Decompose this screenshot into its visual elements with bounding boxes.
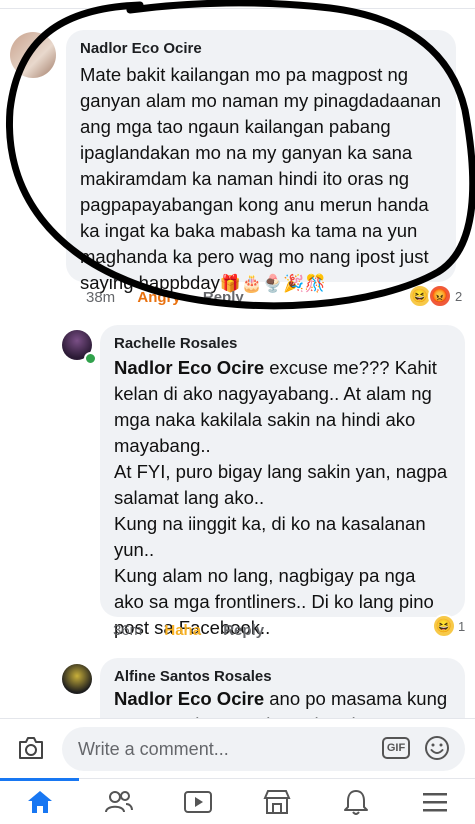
friends-icon [104, 790, 133, 812]
menu-icon [423, 792, 448, 811]
watch-icon [183, 790, 212, 813]
comment-author[interactable]: Rachelle Rosales [114, 335, 237, 352]
tab-marketplace[interactable] [238, 779, 317, 824]
comment-meta: 36m Haha Reply [113, 622, 282, 639]
avatar[interactable] [62, 664, 92, 694]
comment-bubble: Alfine Santos Rosales Nadlor Eco Ocire a… [100, 658, 465, 718]
gif-button[interactable]: GIF [382, 737, 410, 759]
comment-time[interactable]: 36m [113, 622, 142, 639]
reaction-count: 1 [458, 618, 466, 634]
comment-text: Nadlor Eco Ocire excuse me??? Kahit kela… [114, 355, 460, 641]
bottom-nav [0, 778, 475, 824]
reaction-summary[interactable]: 😆 1 [432, 614, 465, 638]
tab-watch[interactable] [158, 779, 237, 824]
mention-link[interactable]: Nadlor Eco Ocire [114, 688, 264, 709]
tab-home[interactable] [0, 778, 80, 824]
emoji-icon[interactable] [424, 735, 450, 761]
reaction-label-angry[interactable]: Angry [137, 289, 180, 306]
angry-reaction-icon: 😡 [428, 284, 452, 308]
comment-body: Mate bakit kailangan mo pa magpost ng ga… [80, 64, 441, 293]
comment-author[interactable]: Alfine Santos Rosales [114, 668, 272, 685]
reply-link[interactable]: Reply [203, 289, 244, 306]
reaction-summary[interactable]: 😆 😡 2 [408, 284, 462, 308]
comment-bubble: Nadlor Eco Ocire Mate bakit kailangan mo… [66, 30, 456, 293]
comment-text: Mate bakit kailangan mo pa magpost ng ga… [80, 62, 452, 297]
reaction-label-haha[interactable]: Haha [164, 622, 201, 639]
comment-meta: 38m Angry Reply [86, 289, 262, 306]
divider [0, 0, 475, 9]
reaction-count: 2 [455, 288, 463, 304]
haha-reaction-icon: 😆 [432, 614, 456, 638]
tab-menu[interactable] [396, 779, 475, 824]
comment-placeholder: Write a comment... [78, 739, 229, 759]
active-tab-indicator [0, 778, 80, 781]
comment-text: Nadlor Eco Ocire ano po masama kung mag … [114, 686, 460, 718]
reply-link[interactable]: Reply [223, 622, 264, 639]
avatar[interactable] [10, 32, 56, 78]
marketplace-icon [263, 789, 291, 814]
camera-icon[interactable] [17, 736, 45, 760]
comment-composer: Write a comment... GIF [0, 718, 475, 779]
tab-notifications[interactable] [317, 779, 396, 824]
comment-time[interactable]: 38m [86, 289, 115, 306]
comment-author[interactable]: Nadlor Eco Ocire [80, 40, 202, 57]
home-icon [27, 790, 52, 813]
comment-input[interactable]: Write a comment... GIF [62, 727, 465, 771]
online-indicator [84, 352, 97, 365]
tab-friends[interactable] [79, 779, 158, 824]
notifications-icon [344, 789, 369, 815]
mention-link[interactable]: Nadlor Eco Ocire [114, 357, 264, 378]
comment-bubble: Rachelle Rosales Nadlor Eco Ocire excuse… [100, 325, 465, 638]
comments-list[interactable]: Nadlor Eco Ocire Mate bakit kailangan mo… [0, 0, 475, 718]
comment-body: excuse me??? Kahit kelan di ako nagyayab… [114, 357, 448, 638]
